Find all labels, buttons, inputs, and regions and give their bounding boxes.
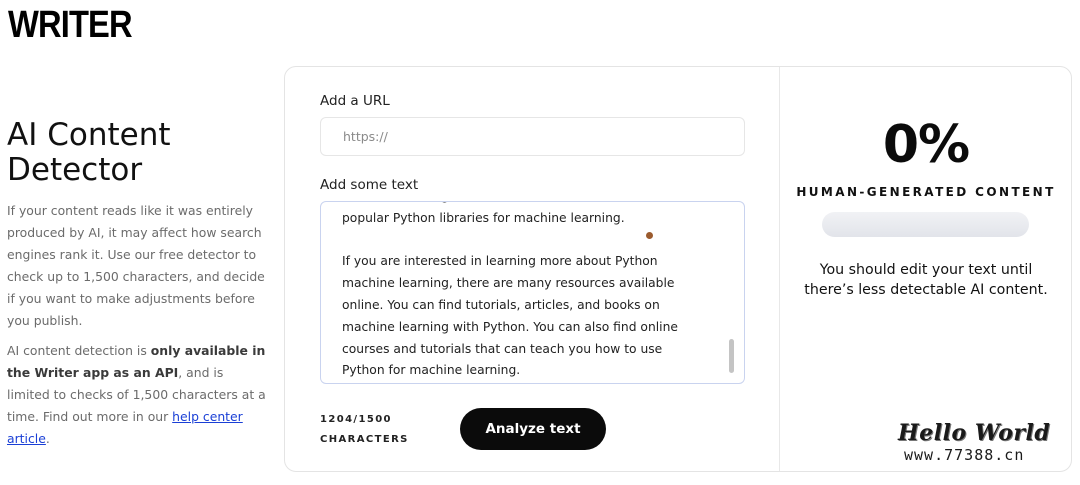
text-input-area[interactable]: machine learning, and we have discussed …: [320, 201, 745, 384]
analyze-text-button[interactable]: Analyze text: [460, 408, 606, 450]
writer-logo[interactable]: WRITER: [8, 6, 133, 44]
human-score-label: HUMAN-GENERATED CONTENT: [796, 185, 1056, 199]
text-paragraph: If you are interested in learning more a…: [342, 254, 678, 378]
character-count-value: 1204/1500: [320, 414, 392, 425]
api-availability-note: AI content detection is only available i…: [7, 340, 269, 450]
url-input[interactable]: [320, 117, 745, 156]
watermark: Hello World www.77388.cn: [898, 420, 1058, 464]
url-field-label: Add a URL: [320, 93, 390, 109]
human-score-meter: [822, 212, 1029, 237]
intro-section: AI Content Detector If your content read…: [7, 118, 269, 458]
note-text-start: AI content detection is: [7, 343, 151, 358]
watermark-title: Hello World: [898, 420, 1051, 446]
text-content: machine learning, and we have discussed …: [321, 202, 744, 383]
result-advice: You should edit your text until there’s …: [804, 262, 1048, 298]
intro-description: If your content reads like it was entire…: [7, 203, 265, 328]
detector-card: Add a URL Add some text machine learning…: [284, 66, 1072, 472]
watermark-url: www.77388.cn: [904, 446, 1025, 464]
human-score-percent: 0%: [882, 115, 970, 175]
note-text-end: .: [45, 431, 50, 446]
text-field-label: Add some text: [320, 177, 419, 193]
character-counter: 1204/1500 CHARACTERS: [320, 410, 409, 450]
character-count-unit: CHARACTERS: [320, 434, 409, 445]
cursor-indicator: [646, 232, 653, 239]
textarea-scrollbar[interactable]: [729, 339, 734, 373]
page-title: AI Content Detector: [7, 117, 171, 188]
text-paragraph: machine learning, and we have discussed …: [342, 202, 677, 225]
